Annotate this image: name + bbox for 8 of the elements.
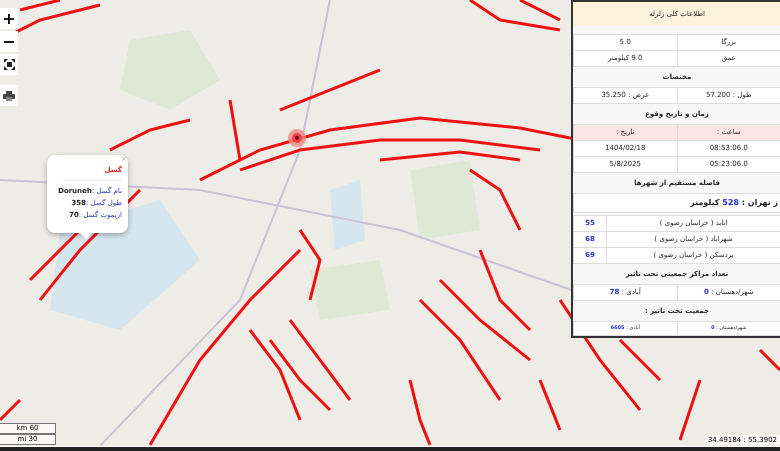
print-button[interactable]: [0, 85, 18, 106]
popup-pointer: [80, 233, 92, 239]
fullscreen-button[interactable]: [0, 54, 18, 75]
zoom-out-button[interactable]: −: [0, 31, 18, 52]
epicenter-marker-icon[interactable]: [287, 128, 307, 148]
zoom-in-button[interactable]: +: [0, 8, 18, 29]
printer-icon: [3, 90, 15, 100]
fullscreen-icon: [4, 59, 14, 70]
